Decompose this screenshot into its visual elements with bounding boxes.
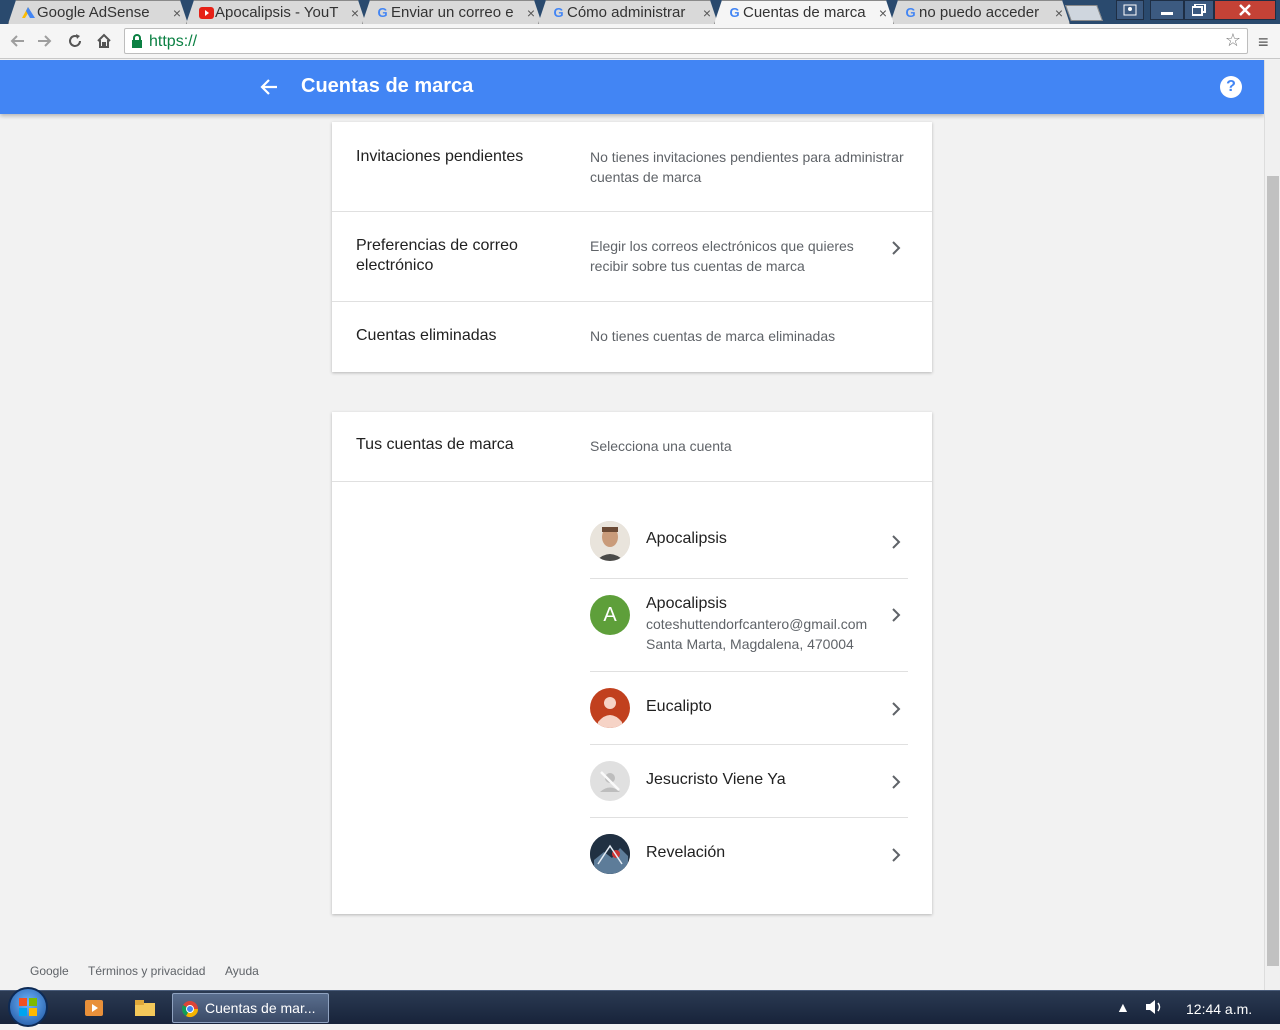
home-icon[interactable]	[93, 30, 115, 52]
browser-toolbar: https:// ☆ ≡	[0, 24, 1280, 59]
letter-avatar: A	[590, 595, 630, 635]
tab-label: no puedo acceder	[919, 4, 1040, 21]
show-hidden-icons-icon[interactable]: ▲	[1116, 999, 1130, 1015]
row-description: Selecciona una cuenta	[590, 438, 732, 454]
tab-label: Apocalipsis - YouT	[215, 4, 339, 21]
settings-card: Invitaciones pendientes No tienes invita…	[332, 122, 932, 372]
account-email: coteshuttendorfcantero@gmail.com	[646, 616, 868, 632]
menu-icon[interactable]: ≡	[1258, 32, 1269, 53]
chevron-right-icon[interactable]	[891, 775, 901, 789]
windows-taskbar: Cuentas de mar... ▲ 12:44 a.m.	[0, 987, 1280, 1027]
invitations-row: Invitaciones pendientes No tienes invita…	[332, 122, 932, 212]
account-item-revelacion[interactable]: Revelación	[590, 818, 908, 891]
footer-link-google[interactable]: Google	[30, 964, 69, 978]
back-arrow-icon[interactable]	[257, 75, 281, 99]
close-icon[interactable]: ×	[1055, 5, 1063, 21]
profile-icon[interactable]	[1116, 0, 1144, 20]
brand-accounts-card: Tus cuentas de marca Selecciona una cuen…	[332, 412, 932, 914]
task-label: Cuentas de mar...	[205, 1000, 316, 1016]
chevron-right-icon[interactable]	[891, 535, 901, 549]
account-name: Revelación	[646, 844, 726, 861]
chevron-right-icon[interactable]	[891, 848, 901, 862]
footer-link-help[interactable]: Ayuda	[225, 964, 259, 978]
reload-icon[interactable]	[64, 30, 86, 52]
forward-arrow-icon[interactable]	[34, 30, 56, 52]
scrollbar-thumb[interactable]	[1267, 176, 1279, 966]
address-bar[interactable]: https:// ☆	[124, 28, 1248, 54]
person-avatar	[590, 688, 630, 728]
row-description: No tienes invitaciones pendientes para a…	[590, 149, 904, 185]
no-photo-avatar	[590, 761, 630, 801]
chrome-icon	[181, 1000, 199, 1021]
tab-google-adsense[interactable]: Google AdSense ×	[8, 0, 188, 24]
row-label: Tus cuentas de marca	[356, 436, 514, 453]
account-name: Eucalipto	[646, 698, 712, 715]
volume-icon[interactable]	[1144, 997, 1164, 1020]
row-label: Invitaciones pendientes	[356, 148, 524, 165]
back-arrow-icon[interactable]	[6, 30, 28, 52]
tab-label: Enviar un correo e	[391, 4, 514, 21]
account-item-jesucristo-viene-ya[interactable]: Jesucristo Viene Ya	[590, 745, 908, 818]
start-button-icon[interactable]	[8, 987, 48, 1027]
google-icon: G	[377, 5, 388, 20]
image-avatar	[590, 834, 630, 874]
account-item-eucalipto[interactable]: Eucalipto	[590, 672, 908, 745]
account-name: Apocalipsis	[646, 530, 727, 547]
photo-avatar	[590, 521, 630, 561]
restore-icon[interactable]	[1184, 0, 1214, 20]
chevron-right-icon[interactable]	[891, 702, 901, 716]
page-scrollbar[interactable]	[1264, 60, 1280, 990]
chevron-right-icon[interactable]	[891, 241, 901, 255]
lock-icon	[131, 34, 143, 48]
row-label: Cuentas eliminadas	[356, 327, 497, 344]
close-icon[interactable]: ×	[351, 5, 359, 21]
deleted-accounts-row: Cuentas eliminadas No tienes cuentas de …	[332, 302, 932, 372]
help-icon[interactable]: ?	[1220, 76, 1242, 98]
close-icon[interactable]: ×	[879, 5, 887, 21]
app-bar: Cuentas de marca ?	[0, 60, 1264, 114]
account-item-apocalipsis-gmail[interactable]: A Apocalipsis coteshuttendorfcantero@gma…	[590, 579, 908, 672]
chevron-right-icon[interactable]	[891, 608, 901, 622]
row-description: No tienes cuentas de marca eliminadas	[590, 328, 836, 344]
row-label: Preferencias de correo electrónico	[356, 237, 518, 274]
new-tab-button[interactable]	[1065, 5, 1103, 21]
browser-tab-strip: Google AdSense × Apocalipsis - YouT × G …	[0, 0, 1280, 24]
url-text: https://	[149, 33, 198, 50]
tab-no-puedo-acceder[interactable]: G no puedo acceder ×	[890, 0, 1070, 24]
tab-como-administrar[interactable]: G Cómo administrar ×	[538, 0, 718, 24]
tab-cuentas-de-marca[interactable]: G Cuentas de marca ×	[714, 0, 894, 24]
page-title: Cuentas de marca	[301, 75, 474, 97]
close-icon[interactable]: ×	[527, 5, 535, 21]
close-icon[interactable]: ×	[173, 5, 181, 21]
row-description: Elegir los correos electrónicos que quie…	[590, 238, 854, 274]
file-explorer-icon[interactable]	[127, 995, 163, 1021]
tab-enviar-correo[interactable]: G Enviar un correo e ×	[362, 0, 542, 24]
page-content: Cuentas de marca ? Invitaciones pendient…	[0, 60, 1264, 990]
taskbar-chrome-task[interactable]: Cuentas de mar...	[172, 993, 329, 1023]
google-icon: G	[553, 5, 564, 20]
account-address: Santa Marta, Magdalena, 470004	[646, 636, 854, 652]
footer-link-terms[interactable]: Términos y privacidad	[88, 964, 205, 978]
tab-label: Google AdSense	[37, 4, 150, 21]
tab-label: Cómo administrar	[567, 4, 686, 21]
tab-label: Cuentas de marca	[743, 4, 866, 21]
tab-apocalipsis-youtube[interactable]: Apocalipsis - YouT ×	[186, 0, 366, 24]
account-item-apocalipsis[interactable]: Apocalipsis	[590, 506, 908, 579]
bookmark-star-icon[interactable]: ☆	[1225, 30, 1241, 51]
email-preferences-row[interactable]: Preferencias de correo electrónico Elegi…	[332, 212, 932, 302]
google-icon: G	[905, 5, 916, 20]
account-name: Jesucristo Viene Ya	[646, 771, 786, 788]
clock[interactable]: 12:44 a.m.	[1186, 1001, 1252, 1017]
minimize-icon[interactable]	[1150, 0, 1184, 20]
adsense-icon	[21, 5, 36, 20]
account-name: Apocalipsis	[646, 595, 727, 612]
youtube-icon	[199, 5, 214, 20]
close-icon[interactable]: ×	[703, 5, 711, 21]
brand-accounts-header: Tus cuentas de marca Selecciona una cuen…	[332, 412, 932, 482]
google-icon: G	[729, 5, 740, 20]
media-player-icon[interactable]	[76, 995, 112, 1021]
window-close-icon[interactable]	[1214, 0, 1276, 20]
